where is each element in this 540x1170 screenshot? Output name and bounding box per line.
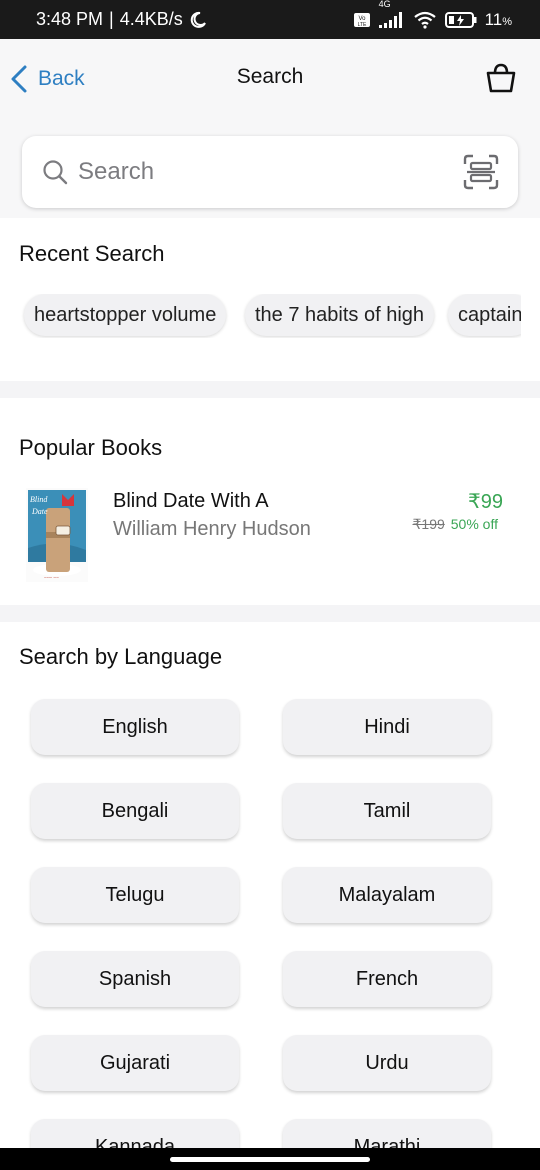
svg-text:Blind: Blind: [30, 495, 48, 504]
volte-icon: VoLTE: [353, 12, 370, 28]
language-button-bengali[interactable]: Bengali: [31, 783, 239, 839]
book-author: William Henry Hudson: [113, 518, 311, 540]
language-button-urdu[interactable]: Urdu: [283, 1035, 491, 1091]
language-button-malayalam[interactable]: Malayalam: [283, 867, 491, 923]
language-button-tamil[interactable]: Tamil: [283, 783, 491, 839]
header-area: Back Search: [0, 39, 540, 218]
status-time: 3:48 PM: [36, 9, 104, 29]
status-left: 3:48 PM | 4.4KB/s: [36, 9, 207, 30]
home-indicator[interactable]: [170, 1157, 370, 1162]
search-input[interactable]: [78, 158, 462, 186]
recent-search-chip[interactable]: the 7 habits of high: [245, 294, 435, 336]
recent-search-chip[interactable]: heartstopper volume: [24, 294, 227, 336]
language-button-french[interactable]: French: [283, 951, 491, 1007]
status-separator: |: [109, 9, 114, 29]
moon-icon: [190, 11, 206, 28]
language-section: Search by Language English Hindi Bengali…: [0, 622, 540, 1170]
svg-text:LTE: LTE: [357, 22, 366, 28]
battery-level: 11%: [484, 9, 512, 29]
battery-icon: [444, 11, 477, 28]
wifi-icon: [413, 11, 436, 29]
language-button-telugu[interactable]: Telugu: [31, 867, 239, 923]
recent-search-title: Recent Search: [19, 241, 165, 266]
search-bar[interactable]: [22, 136, 518, 208]
navigation-bar: Back Search: [0, 39, 540, 119]
status-bar: 3:48 PM | 4.4KB/s Vo LTE 4G 11%: [0, 0, 540, 39]
status-right: Vo LTE 4G 11%: [353, 0, 512, 30]
svg-text:Date: Date: [31, 507, 48, 516]
language-button-hindi[interactable]: Hindi: [283, 699, 491, 755]
book-price: ₹99: [468, 491, 503, 513]
shopping-basket-icon[interactable]: [484, 61, 518, 95]
popular-books-section: Popular Books Blind Date ~~~ ~~ Blind Da…: [0, 398, 540, 605]
svg-text:~~~ ~~: ~~~ ~~: [44, 576, 59, 581]
status-speed: 4.4KB/s: [119, 9, 183, 29]
book-title[interactable]: Blind Date With A: [113, 490, 269, 513]
network-type: 4G: [378, 0, 405, 29]
book-price-details: ₹199 50% off: [413, 516, 499, 533]
system-navigation-bar: [0, 1148, 540, 1170]
signal-icon: [378, 11, 402, 28]
language-title: Search by Language: [19, 644, 223, 669]
recent-search-section: Recent Search heartstopper volume the 7 …: [0, 218, 540, 381]
book-discount: 50% off: [450, 516, 498, 532]
language-button-spanish[interactable]: Spanish: [31, 951, 239, 1007]
popular-books-title: Popular Books: [19, 435, 163, 460]
language-button-english[interactable]: English: [31, 699, 239, 755]
book-mrp: ₹199: [412, 516, 445, 532]
page-title: Search: [236, 65, 304, 88]
book-cover[interactable]: Blind Date ~~~ ~~: [26, 488, 88, 582]
language-button-gujarati[interactable]: Gujarati: [31, 1035, 239, 1091]
search-icon: [43, 160, 68, 185]
recent-search-chips: heartstopper volume the 7 habits of high…: [0, 294, 521, 338]
recent-search-chip[interactable]: captain: [448, 294, 521, 336]
scan-icon[interactable]: [462, 153, 500, 191]
book-cover-image: Blind Date ~~~ ~~: [26, 488, 88, 582]
